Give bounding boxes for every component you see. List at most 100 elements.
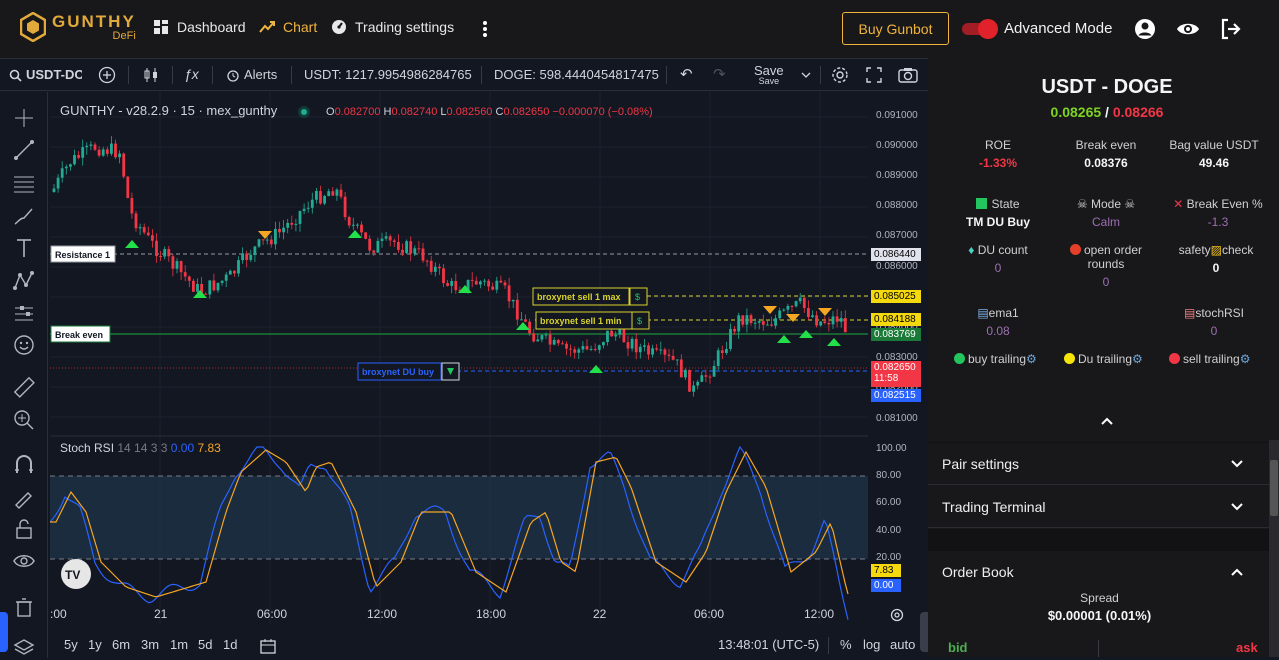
range-1m[interactable]: 1m (170, 637, 188, 652)
indicators-icon[interactable]: ƒx (184, 66, 199, 82)
candle-body (142, 227, 146, 233)
search-icon[interactable] (9, 69, 22, 82)
candle-body (64, 166, 68, 169)
du-buy-label[interactable]: broxynet DU buy (357, 362, 460, 381)
crosshair-icon[interactable] (12, 106, 36, 130)
buy-gunbot-button[interactable]: Buy Gunbot (842, 12, 949, 45)
sell-max-dollar: $ (635, 292, 640, 302)
candle-body (442, 268, 445, 284)
zoom-in-icon[interactable] (12, 408, 36, 432)
ruler-icon[interactable] (12, 375, 36, 399)
trading-terminal-accordion[interactable]: Trading Terminal (928, 486, 1271, 528)
more-vertical-icon[interactable] (480, 20, 490, 38)
price-axis[interactable]: 0.091000 0.090000 0.089000 0.088000 0.087000… (868, 92, 928, 624)
price-chart-canvas[interactable]: Resistance 1 Break even broxynet sell 1 … (50, 92, 868, 624)
smiley-icon[interactable] (12, 333, 36, 357)
range-1y[interactable]: 1y (88, 637, 102, 652)
range-5d[interactable]: 5d (198, 637, 212, 652)
break-even-stat: Break even 0.08376 (1066, 138, 1146, 170)
clock-timezone[interactable]: 13:48:01 (UTC-5) (718, 637, 819, 652)
candle-body (794, 301, 798, 307)
tradingview-logo[interactable]: TV (61, 559, 91, 589)
candle-body (228, 270, 232, 275)
price-separator: / (1101, 104, 1113, 120)
collapse-tools-handle[interactable] (0, 612, 8, 652)
lock-icon[interactable] (12, 517, 36, 541)
candle-body (253, 246, 257, 255)
gunthy-logo[interactable]: GUNTHY DeFi (20, 12, 136, 42)
break-even-label[interactable]: Break even (50, 325, 111, 343)
time-axis[interactable]: :00 21 06:00 12:00 18:00 22 06:00 12:00 (50, 604, 868, 624)
alerts-button[interactable]: Alerts (244, 67, 277, 82)
toolbar-divider (291, 66, 292, 84)
candle-body (364, 232, 367, 239)
nav-chart[interactable]: Chart (259, 19, 317, 35)
add-symbol-icon[interactable] (98, 66, 116, 84)
axis-settings-icon[interactable] (889, 607, 905, 623)
nav-dashboard[interactable]: Dashboard (153, 19, 246, 35)
candle-body (704, 375, 708, 377)
brush-icon[interactable] (12, 204, 36, 228)
candles-style-icon[interactable] (142, 66, 160, 84)
side-panel-scrollbar[interactable] (1269, 440, 1279, 657)
bottom-toolbar: 5y 1y 6m 3m 1m 5d 1d 13:48:01 (UTC-5) % … (50, 633, 928, 658)
chevron-down-icon[interactable] (801, 71, 811, 79)
layers-icon[interactable] (12, 636, 36, 660)
range-6m[interactable]: 6m (112, 637, 130, 652)
pattern-tool-icon[interactable] (12, 269, 36, 293)
stoch-name: Stoch RSI (60, 441, 115, 455)
scrollbar-thumb[interactable] (1270, 460, 1278, 516)
range-3m[interactable]: 3m (141, 637, 159, 652)
range-1d[interactable]: 1d (223, 637, 237, 652)
candle-body (327, 191, 331, 197)
range-5y[interactable]: 5y (64, 637, 78, 652)
resistance-label[interactable]: Resistance 1 (50, 245, 116, 263)
green-circle-icon (954, 353, 965, 364)
state-stat: State TM DU Buy (958, 197, 1038, 229)
percent-toggle[interactable]: % (840, 637, 852, 652)
horizontal-lines-icon[interactable] (12, 171, 36, 195)
chart-legend-title[interactable]: GUNTHY - v28.2.9 · 15 · mex_gunthy (60, 103, 277, 118)
magnet-icon[interactable] (12, 453, 36, 477)
advanced-mode-toggle[interactable] (962, 19, 998, 39)
pencil-lock-icon[interactable] (12, 485, 36, 509)
toolbar-divider (212, 66, 213, 84)
fullscreen-icon[interactable] (866, 67, 882, 83)
nav-trading-settings[interactable]: Trading settings (331, 19, 454, 35)
time-axis-label: 06:00 (257, 607, 288, 621)
candle-body (384, 236, 388, 239)
pair-settings-accordion[interactable]: Pair settings (928, 443, 1271, 485)
calendar-range-icon[interactable] (260, 638, 276, 654)
order-book-accordion[interactable]: Order Book (928, 551, 1271, 593)
prediction-tool-icon[interactable] (12, 301, 36, 325)
candle-body (552, 339, 556, 345)
user-account-icon[interactable] (1133, 17, 1157, 41)
safety-label: safety (1178, 243, 1211, 257)
candle-body (487, 280, 490, 287)
logout-icon[interactable] (1219, 17, 1243, 41)
visibility-icon[interactable] (12, 549, 36, 573)
log-toggle[interactable]: log (863, 637, 880, 652)
trash-icon[interactable] (12, 595, 36, 619)
candle-body (438, 266, 441, 269)
candle-body (622, 329, 626, 343)
undo-icon[interactable]: ↶ (680, 65, 693, 83)
chevron-down-icon (1231, 503, 1243, 511)
text-tool-icon[interactable] (12, 236, 36, 260)
auto-toggle[interactable]: auto (890, 637, 915, 652)
candle-body (179, 261, 183, 273)
settings-gear-icon[interactable] (831, 66, 849, 84)
stoch-band (50, 476, 868, 559)
save-button[interactable]: Save Save (754, 64, 784, 86)
stoch-rsi-legend[interactable]: Stoch RSI 14 14 3 3 0.00 7.83 (60, 441, 221, 455)
camera-icon[interactable] (898, 67, 918, 83)
eye-icon[interactable] (1176, 17, 1200, 41)
chart-down-icon: ▤ (977, 306, 989, 320)
symbol-search[interactable]: USDT-DOG (26, 67, 82, 82)
collapse-stats-chevron-icon[interactable] (1100, 416, 1114, 426)
redo-icon[interactable]: ↷ (713, 65, 726, 83)
sell-max-label[interactable]: broxynet sell 1 max $ (532, 287, 648, 306)
trend-line-icon[interactable] (12, 138, 36, 162)
sell-min-label[interactable]: broxynet sell 1 min $ (535, 311, 650, 330)
candle-body (561, 343, 564, 345)
